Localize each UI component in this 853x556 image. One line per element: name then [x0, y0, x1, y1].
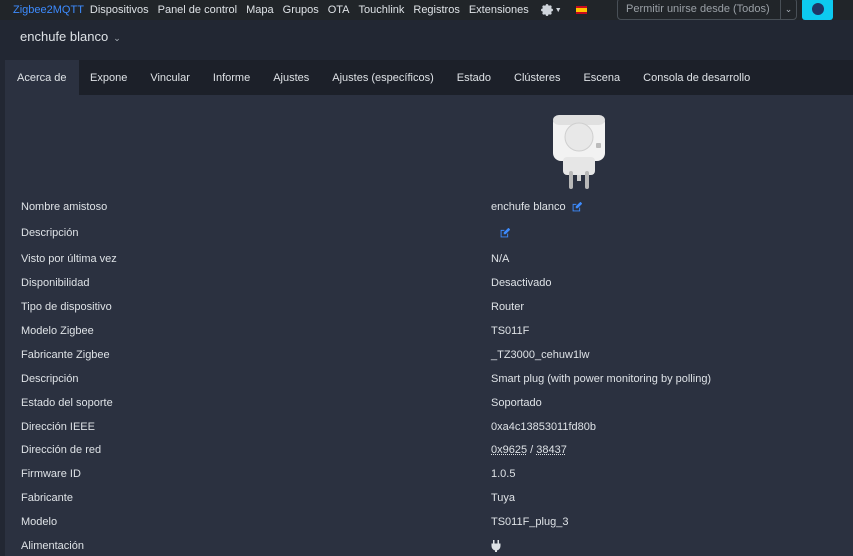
device-selector[interactable]: enchufe blanco ⌄	[20, 29, 121, 44]
row-availability: Disponibilidad Desactivado	[5, 273, 853, 293]
availability-label: Disponibilidad	[21, 277, 90, 289]
row-model-description: Descripción Smart plug (with power monit…	[5, 369, 853, 389]
permit-join-dropdown[interactable]: Permitir unirse desde (Todos) ⌄	[617, 0, 797, 20]
brand-link[interactable]: Zigbee2MQTT	[13, 4, 84, 16]
zigbee-model-value: TS011F	[491, 325, 530, 337]
tab-state[interactable]: Estado	[445, 60, 502, 95]
nav-link-devices[interactable]: Dispositivos	[90, 4, 149, 16]
network-address-dec: 38437	[536, 444, 567, 456]
row-power-source: Alimentación	[5, 536, 853, 556]
tab-exposes[interactable]: Expone	[79, 60, 139, 95]
row-description: Descripción	[5, 223, 853, 243]
firmware-id-label: Firmware ID	[21, 468, 81, 480]
support-status-value: Soportado	[491, 397, 542, 409]
friendly-name-value: enchufe blanco	[491, 201, 566, 213]
device-title: enchufe blanco	[20, 29, 109, 44]
row-network-address: Dirección de red 0x9625 / 38437	[5, 440, 853, 460]
last-seen-value: N/A	[491, 253, 510, 265]
row-last-seen: Visto por última vez N/A	[5, 249, 853, 269]
device-tabs: Acerca de Expone Vincular Informe Ajuste…	[5, 60, 853, 95]
network-address-hex: 0x9625	[491, 444, 528, 456]
permit-join-label[interactable]: Permitir unirse desde (Todos)	[618, 3, 780, 15]
tab-settings[interactable]: Ajustes	[262, 60, 321, 95]
zigbee-manufacturer-value: _TZ3000_cehuw1lw	[491, 349, 590, 361]
network-address-label: Dirección de red	[21, 444, 102, 456]
tab-scene[interactable]: Escena	[572, 60, 632, 95]
tab-bind[interactable]: Vincular	[139, 60, 202, 95]
model-link[interactable]: TS011F_plug_3	[491, 516, 568, 528]
row-device-type: Tipo de dispositivo Router	[5, 297, 853, 317]
model-description-label: Descripción	[21, 373, 79, 385]
row-friendly-name: Nombre amistoso enchufe blanco	[5, 197, 853, 217]
last-seen-label: Visto por última vez	[21, 253, 117, 265]
tab-clusters[interactable]: Clústeres	[503, 60, 572, 95]
manufacturer-link[interactable]: Tuya	[491, 492, 515, 504]
availability-link[interactable]: Desactivado	[491, 277, 552, 289]
zigbee-model-label: Modelo Zigbee	[21, 325, 94, 337]
nav-link-logs[interactable]: Registros	[413, 4, 459, 16]
manufacturer-label: Fabricante	[21, 492, 73, 504]
nav-link-dashboard[interactable]: Panel de control	[158, 4, 238, 16]
row-firmware-id: Firmware ID 1.0.5	[5, 464, 853, 484]
zigbee-manufacturer-label: Fabricante Zigbee	[21, 349, 110, 361]
tab-reporting[interactable]: Informe	[201, 60, 261, 95]
chevron-down-icon: ▼	[554, 6, 562, 14]
tab-settings-specific[interactable]: Ajustes (específicos)	[321, 60, 445, 95]
nav-link-touchlink[interactable]: Touchlink	[359, 4, 405, 16]
edit-icon[interactable]	[572, 202, 582, 212]
description-label: Descripción	[21, 227, 79, 239]
firmware-id-value: 1.0.5	[491, 468, 516, 480]
device-type-label: Tipo de dispositivo	[21, 301, 112, 313]
ieee-address-value: 0xa4c13853011fd80b	[491, 421, 597, 433]
nav-link-map[interactable]: Mapa	[246, 4, 274, 16]
device-type-value: Router	[491, 301, 525, 313]
chevron-down-icon[interactable]: ⌄	[780, 0, 796, 19]
gear-icon	[540, 4, 553, 16]
tab-about[interactable]: Acerca de	[5, 60, 79, 95]
permit-join-button[interactable]	[802, 0, 833, 20]
nav-link-groups[interactable]: Grupos	[283, 4, 319, 16]
device-image	[553, 115, 605, 189]
network-address-separator: /	[527, 444, 537, 456]
chevron-down-icon: ⌄	[113, 33, 121, 43]
row-zigbee-model: Modelo Zigbee TS011F	[5, 321, 853, 341]
nav-link-ota[interactable]: OTA	[328, 4, 350, 16]
zigbee-logo-icon	[811, 3, 824, 15]
spain-flag-icon[interactable]	[575, 6, 587, 14]
friendly-name-label: Nombre amistoso	[21, 201, 108, 213]
edit-icon[interactable]	[500, 228, 510, 238]
plug-icon	[491, 540, 501, 552]
row-model: Modelo TS011F_plug_3	[5, 512, 853, 532]
row-support-status: Estado del soporte Soportado	[5, 393, 853, 413]
model-description-value: Smart plug (with power monitoring by pol…	[491, 373, 712, 385]
support-status-label: Estado del soporte	[21, 397, 113, 409]
settings-dropdown[interactable]: ▼	[540, 4, 562, 16]
row-ieee-address: Dirección IEEE 0xa4c13853011fd80b	[5, 417, 853, 437]
model-label: Modelo	[21, 516, 58, 528]
device-info-panel: Nombre amistoso enchufe blanco Descripci…	[5, 95, 853, 556]
power-source-label: Alimentación	[21, 540, 84, 552]
row-manufacturer: Fabricante Tuya	[5, 488, 853, 508]
nav-link-extensions[interactable]: Extensiones	[469, 4, 529, 16]
row-zigbee-manufacturer: Fabricante Zigbee _TZ3000_cehuw1lw	[5, 345, 853, 365]
ieee-address-label: Dirección IEEE	[21, 421, 95, 433]
tab-dev-console[interactable]: Consola de desarrollo	[632, 60, 762, 95]
